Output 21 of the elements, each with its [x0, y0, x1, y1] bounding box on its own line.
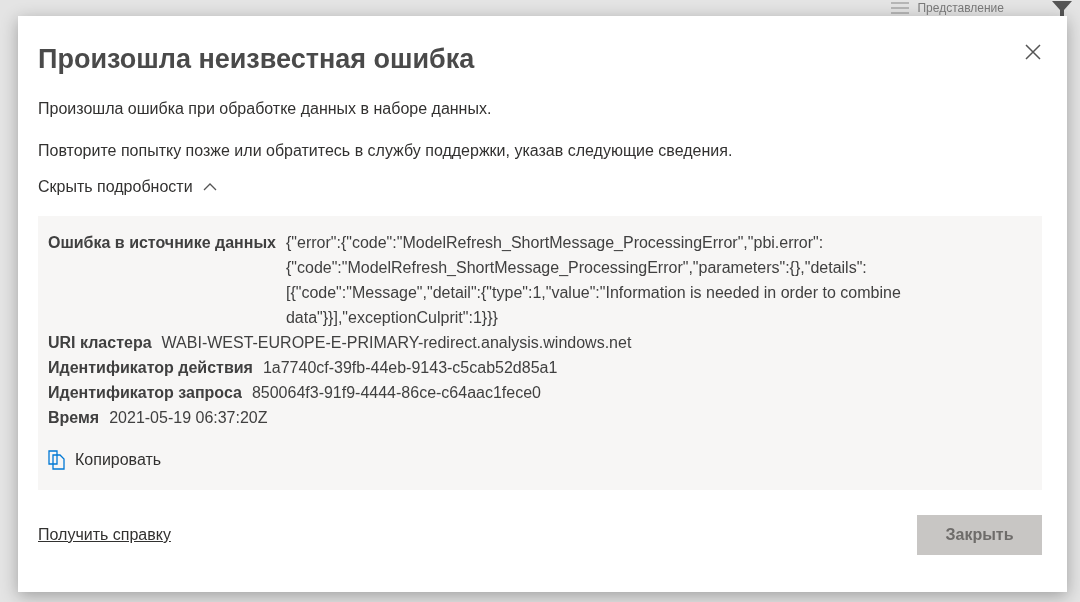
detail-value: WABI-WEST-EUROPE-E-PRIMARY-redirect.analysis.windows.net — [161, 333, 633, 353]
detail-label: Время — [48, 408, 100, 428]
detail-value: 2021-05-19 06:37:20Z — [109, 408, 269, 428]
menu-icon — [891, 1, 910, 15]
copy-button[interactable]: Копировать — [48, 450, 162, 470]
detail-value: {"error":{"code":"ModelRefresh_ShortMessage_ProcessingError","pbi.error":{"code":"ModelRefresh_ShortMessage_ProcessingError","parameters":{},"details":[{"code":"Message","detail":{"type":1,"value":"Information is needed in order to combine data"}}],"exceptionCulprit":1}}} — [285, 233, 902, 328]
detail-label: Ошибка в источнике данных — [48, 233, 276, 253]
detail-value: 1a7740cf-39fb-44eb-9143-c5cab52d85a1 — [262, 358, 559, 378]
message-text: Повторите попытку позже или обратитесь в службу поддержки, указав следующие сведения. — [38, 141, 734, 161]
dialog-title: Произошла неизвестная ошибка — [38, 44, 475, 75]
chevron-up-icon — [202, 183, 217, 191]
copy-icon — [48, 450, 65, 470]
detail-value: 850064f3-91f9-4444-86ce-c64aac1fece0 — [251, 383, 542, 403]
detail-label: Идентификатор действия — [48, 358, 253, 378]
detail-label: URI кластера — [48, 333, 152, 353]
message-text: Произошла ошибка при обработке данных в наборе данных. — [38, 99, 493, 119]
help-link[interactable]: Получить справку — [38, 526, 171, 544]
details-toggle[interactable]: Скрыть подробности — [38, 178, 217, 196]
filter-icon[interactable] — [1052, 1, 1072, 16]
close-button[interactable] — [1025, 44, 1041, 60]
detail-label: Идентификатор запроса — [48, 383, 242, 403]
